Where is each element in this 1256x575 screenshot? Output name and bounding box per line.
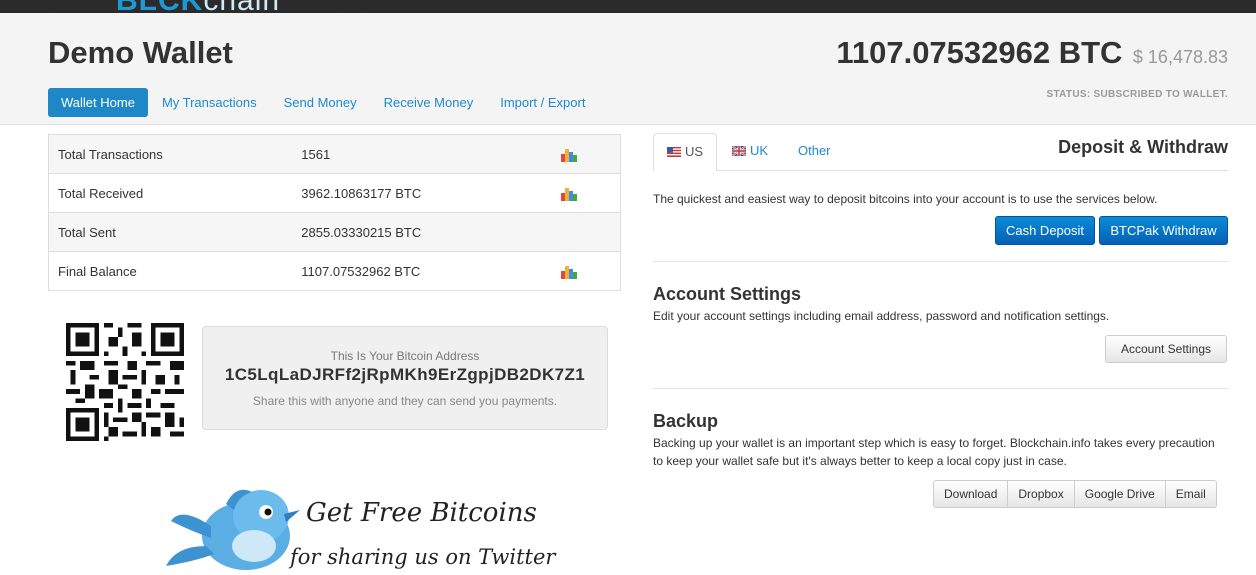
nav-my-transactions[interactable]: My Transactions <box>149 88 270 117</box>
tab-label: UK <box>750 143 769 158</box>
dropbox-button[interactable]: Dropbox <box>1007 480 1075 508</box>
tab-other[interactable]: Other <box>798 133 831 169</box>
stat-value: 3962.10863177 BTC <box>292 173 553 213</box>
table-row: Final Balance 1107.07532962 BTC <box>48 251 621 291</box>
balance-btc[interactable]: 1107.07532962 BTC <box>836 35 1122 70</box>
divider <box>653 261 1228 262</box>
nav-wallet-home[interactable]: Wallet Home <box>48 88 148 117</box>
account-settings-button[interactable]: Account Settings <box>1105 335 1227 363</box>
deposit-description: The quickest and easiest way to deposit … <box>653 192 1158 206</box>
twitter-bird-icon[interactable] <box>166 476 306 575</box>
account-settings-description: Edit your account settings including ema… <box>653 309 1110 323</box>
promo-subtitle[interactable]: for sharing us on Twitter <box>290 545 555 569</box>
bar-chart-icon[interactable] <box>561 265 578 279</box>
nav-receive-money[interactable]: Receive Money <box>371 88 487 117</box>
google-drive-button[interactable]: Google Drive <box>1073 480 1166 508</box>
address-label: This Is Your Bitcoin Address <box>330 349 480 363</box>
btcpak-withdraw-button[interactable]: BTCPak Withdraw <box>1099 216 1228 245</box>
bitcoin-address[interactable]: 1C5LqLaDJRFf2jRpMKh9ErZgpjDB2DK7Z1 <box>203 365 607 385</box>
uk-flag-icon <box>732 146 746 156</box>
download-button[interactable]: Download <box>933 480 1009 508</box>
table-row: Total Sent 2855.03330215 BTC <box>48 212 621 252</box>
nav-send-money[interactable]: Send Money <box>271 88 370 117</box>
backup-button-group: Download Dropbox Google Drive Email <box>933 480 1217 508</box>
cash-deposit-button[interactable]: Cash Deposit <box>995 216 1095 245</box>
promo-title[interactable]: Get Free Bitcoins <box>306 498 537 528</box>
table-row: Total Received 3962.10863177 BTC <box>48 173 621 213</box>
backup-title: Backup <box>653 411 719 431</box>
nav-import-export[interactable]: Import / Export <box>487 88 598 117</box>
tab-uk[interactable]: UK <box>732 133 768 169</box>
tab-label: US <box>684 144 704 159</box>
bar-chart-icon[interactable] <box>561 148 578 162</box>
stat-value: 1561 <box>292 134 553 174</box>
stat-label: Total Sent <box>48 212 293 252</box>
stat-label: Total Transactions <box>48 134 293 174</box>
bitcoin-address-box: This Is Your Bitcoin Address 1C5LqLaDJRF… <box>202 326 608 430</box>
account-settings-title: Account Settings <box>653 284 802 304</box>
divider <box>653 388 1228 389</box>
stat-label: Final Balance <box>48 251 293 291</box>
backup-description: Backing up your wallet is an important s… <box>653 436 1215 468</box>
stat-value: 1107.07532962 BTC <box>292 251 553 291</box>
address-hint: Share this with anyone and they can send… <box>252 394 558 408</box>
stat-value: 2855.03330215 BTC <box>292 212 553 252</box>
tab-us[interactable]: US <box>653 133 717 171</box>
wallet-stats-table: Total Transactions 1561 Total Received 3… <box>48 134 621 291</box>
page-title: Demo Wallet <box>48 35 233 70</box>
stat-label: Total Received <box>48 173 293 213</box>
wallet-balance: 1107.07532962 BTC $ 16,478.83 <box>836 35 1228 71</box>
main-nav: Wallet Home My Transactions Send Money R… <box>48 88 599 117</box>
bar-chart-icon[interactable] <box>561 187 578 201</box>
status-text: STATUS: SUBSCRIBED TO WALLET. <box>1046 89 1228 100</box>
us-flag-icon <box>666 147 681 157</box>
email-button[interactable]: Email <box>1164 480 1217 508</box>
deposit-title: Deposit & Withdraw <box>1058 137 1228 157</box>
table-row: Total Transactions 1561 <box>48 134 621 174</box>
balance-usd[interactable]: $ 16,478.83 <box>1133 47 1228 67</box>
page-header: Demo Wallet 1107.07532962 BTC $ 16,478.8… <box>0 13 1256 125</box>
qr-code-icon <box>66 323 184 441</box>
